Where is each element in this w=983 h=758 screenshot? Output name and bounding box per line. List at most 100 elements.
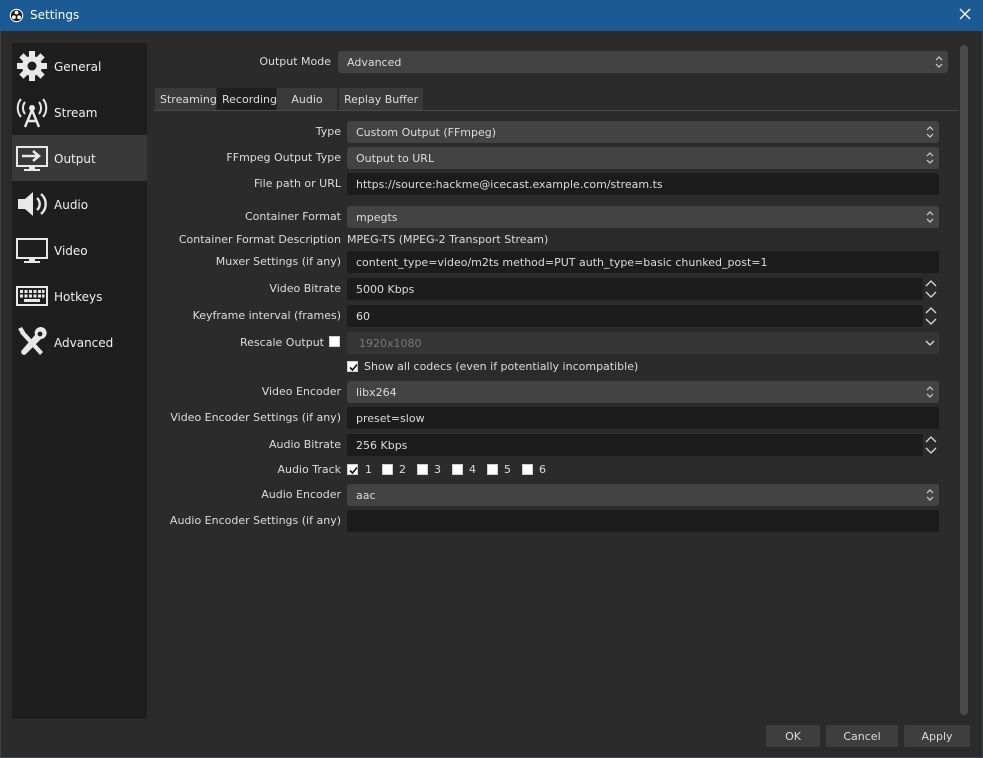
output-mode-value: Advanced [347,56,402,69]
audio-track-label: Audio Track [277,463,341,476]
audio-bitrate-label: Audio Bitrate [268,438,341,451]
audio-track-1-checkbox[interactable] [347,464,358,475]
file-path-label: File path or URL [254,177,341,190]
sidebar: General Stream Output Audio Video Hotkey… [12,43,147,719]
audio-track-2-checkbox[interactable] [382,464,393,475]
muxer-settings-input[interactable]: content_type=video/m2ts method=PUT auth_… [347,251,939,273]
updown-arrows-icon [926,126,934,138]
sidebar-item-label: Advanced [54,336,114,350]
rescale-output-checkbox[interactable] [329,336,340,347]
video-encoder-settings-input[interactable]: preset=slow [347,407,939,429]
audio-bitrate-value: 256 Kbps [356,439,408,452]
video-encoder-value: libx264 [356,386,397,399]
container-format-label: Container Format [244,210,341,223]
tab-divider [154,110,958,111]
rescale-output-value: 1920x1080 [359,337,422,350]
sidebar-item-label: Audio [54,198,89,212]
audio-encoder-value: aac [356,489,376,502]
video-bitrate-label: Video Bitrate [269,282,341,295]
type-select[interactable]: Custom Output (FFmpeg) [347,121,939,143]
tab-streaming[interactable]: Streaming [154,87,223,111]
muxer-settings-label: Muxer Settings (if any) [215,255,341,268]
audio-track-4-label: 4 [469,463,476,476]
file-path-value: https://source:hackme@icecast.example.co… [356,178,663,191]
container-format-select[interactable]: mpegts [347,206,939,228]
video-bitrate-stepper-icon[interactable] [923,278,939,300]
sidebar-item-label: Hotkeys [54,290,103,304]
sidebar-item-stream[interactable]: Stream [12,89,147,135]
audio-track-3-checkbox[interactable] [417,464,428,475]
sidebar-item-label: Video [54,244,88,258]
checkmark-icon [349,466,358,475]
audio-track-1-label: 1 [365,463,372,476]
gear-icon [17,51,47,81]
tab-replay-buffer[interactable]: Replay Buffer [338,87,425,111]
video-encoder-label: Video Encoder [261,385,341,398]
video-bitrate-value: 5000 Kbps [356,283,415,296]
type-value: Custom Output (FFmpeg) [356,126,497,139]
cancel-button[interactable]: Cancel [826,725,898,747]
updown-arrows-icon [926,152,934,164]
tab-recording[interactable]: Recording [216,87,284,111]
audio-track-4-checkbox[interactable] [452,464,463,475]
audio-track-3-label: 3 [434,463,441,476]
chevron-down-icon [925,340,935,346]
audio-encoder-label: Audio Encoder [261,488,341,501]
monitor-arrow-icon [16,146,48,171]
show-all-codecs-label: Show all codecs (even if potentially inc… [364,360,639,373]
window-title: Settings [30,8,80,22]
rescale-output-label: Rescale Output [240,336,324,349]
audio-track-6-label: 6 [539,463,546,476]
muxer-settings-value: content_type=video/m2ts method=PUT auth_… [356,256,768,269]
file-path-input[interactable]: https://source:hackme@icecast.example.co… [347,173,939,195]
sidebar-item-audio[interactable]: Audio [12,181,147,227]
audio-track-6-checkbox[interactable] [522,464,533,475]
sidebar-item-label: General [54,60,102,74]
audio-bitrate-spinbox[interactable]: 256 Kbps [347,434,923,456]
title-bar: Settings [0,0,983,31]
audio-track-5-label: 5 [504,463,511,476]
output-mode-select[interactable]: Advanced [338,51,948,73]
monitor-icon [16,238,48,263]
video-bitrate-spinbox[interactable]: 5000 Kbps [347,278,923,300]
sidebar-item-hotkeys[interactable]: Hotkeys [12,273,147,319]
audio-track-2-label: 2 [399,463,406,476]
updown-arrows-icon [926,211,934,223]
obs-logo-icon [9,8,24,23]
speaker-icon [18,192,47,216]
apply-button[interactable]: Apply [904,725,970,747]
output-mode-label: Output Mode [259,55,331,68]
audio-bitrate-stepper-icon[interactable] [923,434,939,456]
ok-button[interactable]: OK [766,725,820,747]
audio-track-5-checkbox[interactable] [487,464,498,475]
updown-arrows-icon [926,386,934,398]
ffmpeg-output-type-select[interactable]: Output to URL [347,147,939,169]
close-icon[interactable] [953,4,977,26]
audio-encoder-settings-input[interactable] [347,510,939,532]
sidebar-item-advanced[interactable]: Advanced [12,319,147,365]
audio-encoder-select[interactable]: aac [347,484,939,506]
scrollbar-thumb[interactable] [960,45,968,715]
keyframe-interval-spinbox[interactable]: 60 [347,305,923,327]
updown-arrows-icon [935,56,943,68]
sidebar-item-label: Output [54,152,96,166]
video-encoder-select[interactable]: libx264 [347,381,939,403]
video-encoder-settings-label: Video Encoder Settings (if any) [170,411,341,424]
audio-encoder-settings-label: Audio Encoder Settings (if any) [169,514,341,527]
show-all-codecs-checkbox[interactable] [347,361,358,372]
keyframe-interval-stepper-icon[interactable] [923,305,939,327]
keyframe-interval-value: 60 [356,310,370,323]
tab-audio[interactable]: Audio [276,87,338,111]
updown-arrows-icon [926,489,934,501]
ffmpeg-output-type-label: FFmpeg Output Type [226,151,341,164]
rescale-output-select: 1920x1080 [347,332,939,354]
sidebar-item-general[interactable]: General [12,43,147,89]
container-format-description-label: Container Format Description [178,233,341,246]
container-format-description-value: MPEG-TS (MPEG-2 Transport Stream) [347,233,549,246]
antenna-icon [16,98,48,128]
sidebar-item-output[interactable]: Output [12,135,147,181]
keyframe-interval-label: Keyframe interval (frames) [192,309,341,322]
tools-icon [18,327,47,355]
sidebar-item-video[interactable]: Video [12,227,147,273]
keyboard-icon [16,286,48,306]
